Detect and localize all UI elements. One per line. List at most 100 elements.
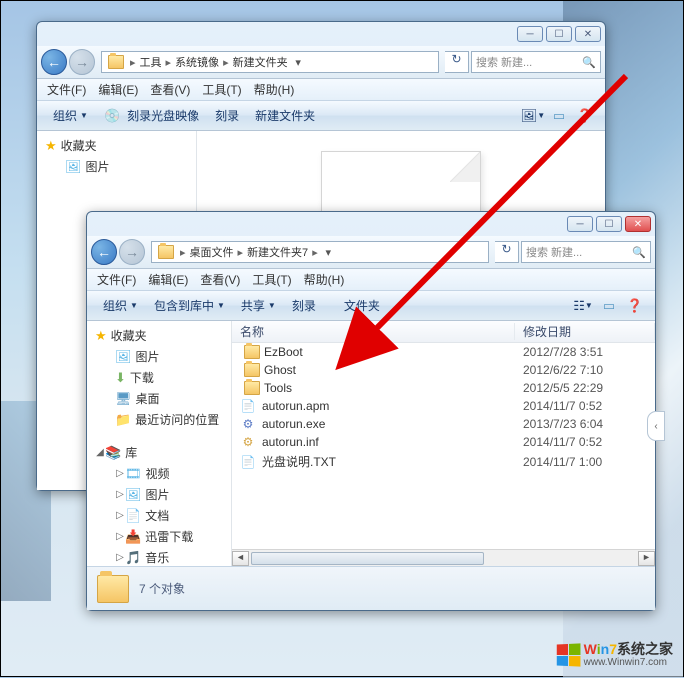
breadcrumb-item[interactable]: 工具 — [138, 54, 164, 70]
search-box[interactable]: 搜索 新建... 🔍 — [471, 51, 601, 73]
close-button[interactable]: ✕ — [575, 26, 601, 42]
text-file-icon: 📄 — [240, 399, 256, 413]
sidebar-music[interactable]: ▷🎵音乐 — [87, 547, 231, 566]
column-name[interactable]: 名称 — [232, 323, 515, 340]
sidebar-pictures[interactable]: 🖼图片 — [37, 156, 196, 177]
refresh-button[interactable]: ↻ — [445, 51, 469, 73]
expander-icon[interactable]: ▷ — [115, 510, 125, 521]
side-knob[interactable]: ‹ — [647, 411, 665, 441]
maximize-button[interactable]: ☐ — [596, 216, 622, 232]
pictures-icon: 🖼 — [115, 349, 132, 365]
file-row[interactable]: 📄光盘说明.TXT2014/11/7 1:00 — [232, 451, 655, 472]
view-mode-button[interactable]: 🖼▼ — [521, 106, 545, 126]
tool-new-folder[interactable]: 新建文件夹 — [247, 107, 323, 124]
content-area: ★收藏夹 🖼图片 ⬇下载 🖥桌面 📁最近访问的位置 ◢📚库 ▷🎞视频 ▷🖼图片 … — [87, 321, 655, 566]
minimize-button[interactable]: ─ — [567, 216, 593, 232]
minimize-button[interactable]: ─ — [517, 26, 543, 42]
expander-icon[interactable]: ▷ — [115, 552, 125, 563]
breadcrumb-item[interactable]: 新建文件夹7 — [245, 244, 310, 260]
expander-icon[interactable]: ▷ — [115, 531, 125, 542]
expander-icon[interactable]: ◢ — [95, 447, 105, 458]
sidebar-downloads[interactable]: ⬇下载 — [87, 367, 231, 388]
sidebar-recent[interactable]: 📁最近访问的位置 — [87, 409, 231, 430]
help-button[interactable]: ❓ — [573, 106, 597, 126]
tool-share[interactable]: 共享▼ — [233, 297, 284, 314]
download-icon: ⬇ — [115, 370, 126, 386]
maximize-button[interactable]: ☐ — [546, 26, 572, 42]
tool-burn-image[interactable]: 💿刻录光盘映像 — [96, 107, 207, 124]
tool-new-folder[interactable]: 文件夹 — [324, 297, 388, 314]
address-dropdown[interactable]: ▾ — [320, 246, 336, 259]
menu-edit[interactable]: 编辑(E) — [92, 81, 144, 98]
address-dropdown[interactable]: ▾ — [290, 56, 306, 69]
help-button[interactable]: ❓ — [623, 296, 647, 316]
forward-button[interactable]: → — [119, 239, 145, 265]
file-row[interactable]: EzBoot2012/7/28 3:51 — [232, 343, 655, 361]
file-row[interactable]: Ghost2012/6/22 7:10 — [232, 361, 655, 379]
tool-organize[interactable]: 组织▼ — [45, 107, 96, 124]
expander-icon[interactable]: ▷ — [115, 468, 125, 479]
address-bar[interactable]: ▸ 桌面文件 ▸ 新建文件夹7 ▸ ▾ — [151, 241, 489, 263]
sidebar-pictures[interactable]: 🖼图片 — [87, 346, 231, 367]
folder-icon — [244, 345, 260, 359]
menu-view[interactable]: 查看(V) — [194, 271, 246, 288]
breadcrumb-item[interactable]: 新建文件夹 — [231, 54, 290, 70]
search-box[interactable]: 搜索 新建... 🔍 — [521, 241, 651, 263]
menu-file[interactable]: 文件(F) — [91, 271, 142, 288]
pictures-icon: 🖼 — [125, 487, 142, 503]
horizontal-scrollbar[interactable]: ◄ ► — [232, 549, 655, 566]
video-icon: 🎞 — [125, 466, 142, 482]
menu-file[interactable]: 文件(F) — [41, 81, 92, 98]
scroll-right-button[interactable]: ► — [638, 551, 655, 566]
refresh-button[interactable]: ↻ — [495, 241, 519, 263]
file-date: 2014/11/7 0:52 — [515, 435, 655, 449]
star-icon: ★ — [95, 328, 107, 344]
scroll-left-button[interactable]: ◄ — [232, 551, 249, 566]
forward-button[interactable]: → — [69, 49, 95, 75]
file-row[interactable]: Tools2012/5/5 22:29 — [232, 379, 655, 397]
sidebar-pictures-lib[interactable]: ▷🖼图片 — [87, 484, 231, 505]
library-icon: 📚 — [105, 445, 121, 461]
file-row[interactable]: ⚙autorun.exe2013/7/23 6:04 — [232, 415, 655, 433]
tool-burn[interactable]: 刻录 — [207, 107, 247, 124]
menu-help[interactable]: 帮助(H) — [298, 271, 351, 288]
file-list: EzBoot2012/7/28 3:51Ghost2012/6/22 7:10T… — [232, 343, 655, 549]
menu-view[interactable]: 查看(V) — [144, 81, 196, 98]
expander-icon[interactable]: ▷ — [115, 489, 125, 500]
chevron-right-icon: ▸ — [178, 246, 188, 259]
sidebar-favorites[interactable]: ★收藏夹 — [37, 135, 196, 156]
status-text: 7 个对象 — [139, 580, 185, 597]
close-button[interactable]: ✕ — [625, 216, 651, 232]
breadcrumb-item[interactable]: 系统镜像 — [173, 54, 221, 70]
view-mode-button[interactable]: ☷▼ — [571, 296, 595, 316]
sidebar-desktop[interactable]: 🖥桌面 — [87, 388, 231, 409]
sidebar-thunder[interactable]: ▷📥迅雷下载 — [87, 526, 231, 547]
tool-organize[interactable]: 组织▼ — [95, 297, 146, 314]
sidebar-documents[interactable]: ▷📄文档 — [87, 505, 231, 526]
preview-pane-button[interactable]: ▭ — [547, 106, 571, 126]
watermark-url: www.Winwin7.com — [584, 657, 673, 668]
scroll-track[interactable] — [249, 551, 638, 566]
address-bar[interactable]: ▸ 工具 ▸ 系统镜像 ▸ 新建文件夹 ▾ — [101, 51, 439, 73]
preview-pane-button[interactable]: ▭ — [597, 296, 621, 316]
file-row[interactable]: 📄autorun.apm2014/11/7 0:52 — [232, 397, 655, 415]
tool-burn[interactable]: 刻录 — [284, 297, 324, 314]
menu-edit[interactable]: 编辑(E) — [142, 271, 194, 288]
documents-icon: 📄 — [125, 508, 141, 524]
sidebar-videos[interactable]: ▷🎞视频 — [87, 463, 231, 484]
sidebar-libraries[interactable]: ◢📚库 — [87, 442, 231, 463]
back-button[interactable]: ← — [41, 49, 67, 75]
chevron-right-icon: ▸ — [236, 246, 246, 259]
sidebar-favorites[interactable]: ★收藏夹 — [87, 325, 231, 346]
music-icon: 🎵 — [125, 550, 141, 566]
tool-include-library[interactable]: 包含到库中▼ — [146, 297, 233, 314]
back-button[interactable]: ← — [91, 239, 117, 265]
column-date[interactable]: 修改日期 — [515, 323, 655, 340]
windows-logo-icon — [556, 643, 580, 666]
menu-help[interactable]: 帮助(H) — [248, 81, 301, 98]
menu-tools[interactable]: 工具(T) — [196, 81, 247, 98]
scroll-thumb[interactable] — [251, 552, 484, 565]
menu-tools[interactable]: 工具(T) — [246, 271, 297, 288]
file-row[interactable]: ⚙autorun.inf2014/11/7 0:52 — [232, 433, 655, 451]
breadcrumb-item[interactable]: 桌面文件 — [188, 244, 236, 260]
